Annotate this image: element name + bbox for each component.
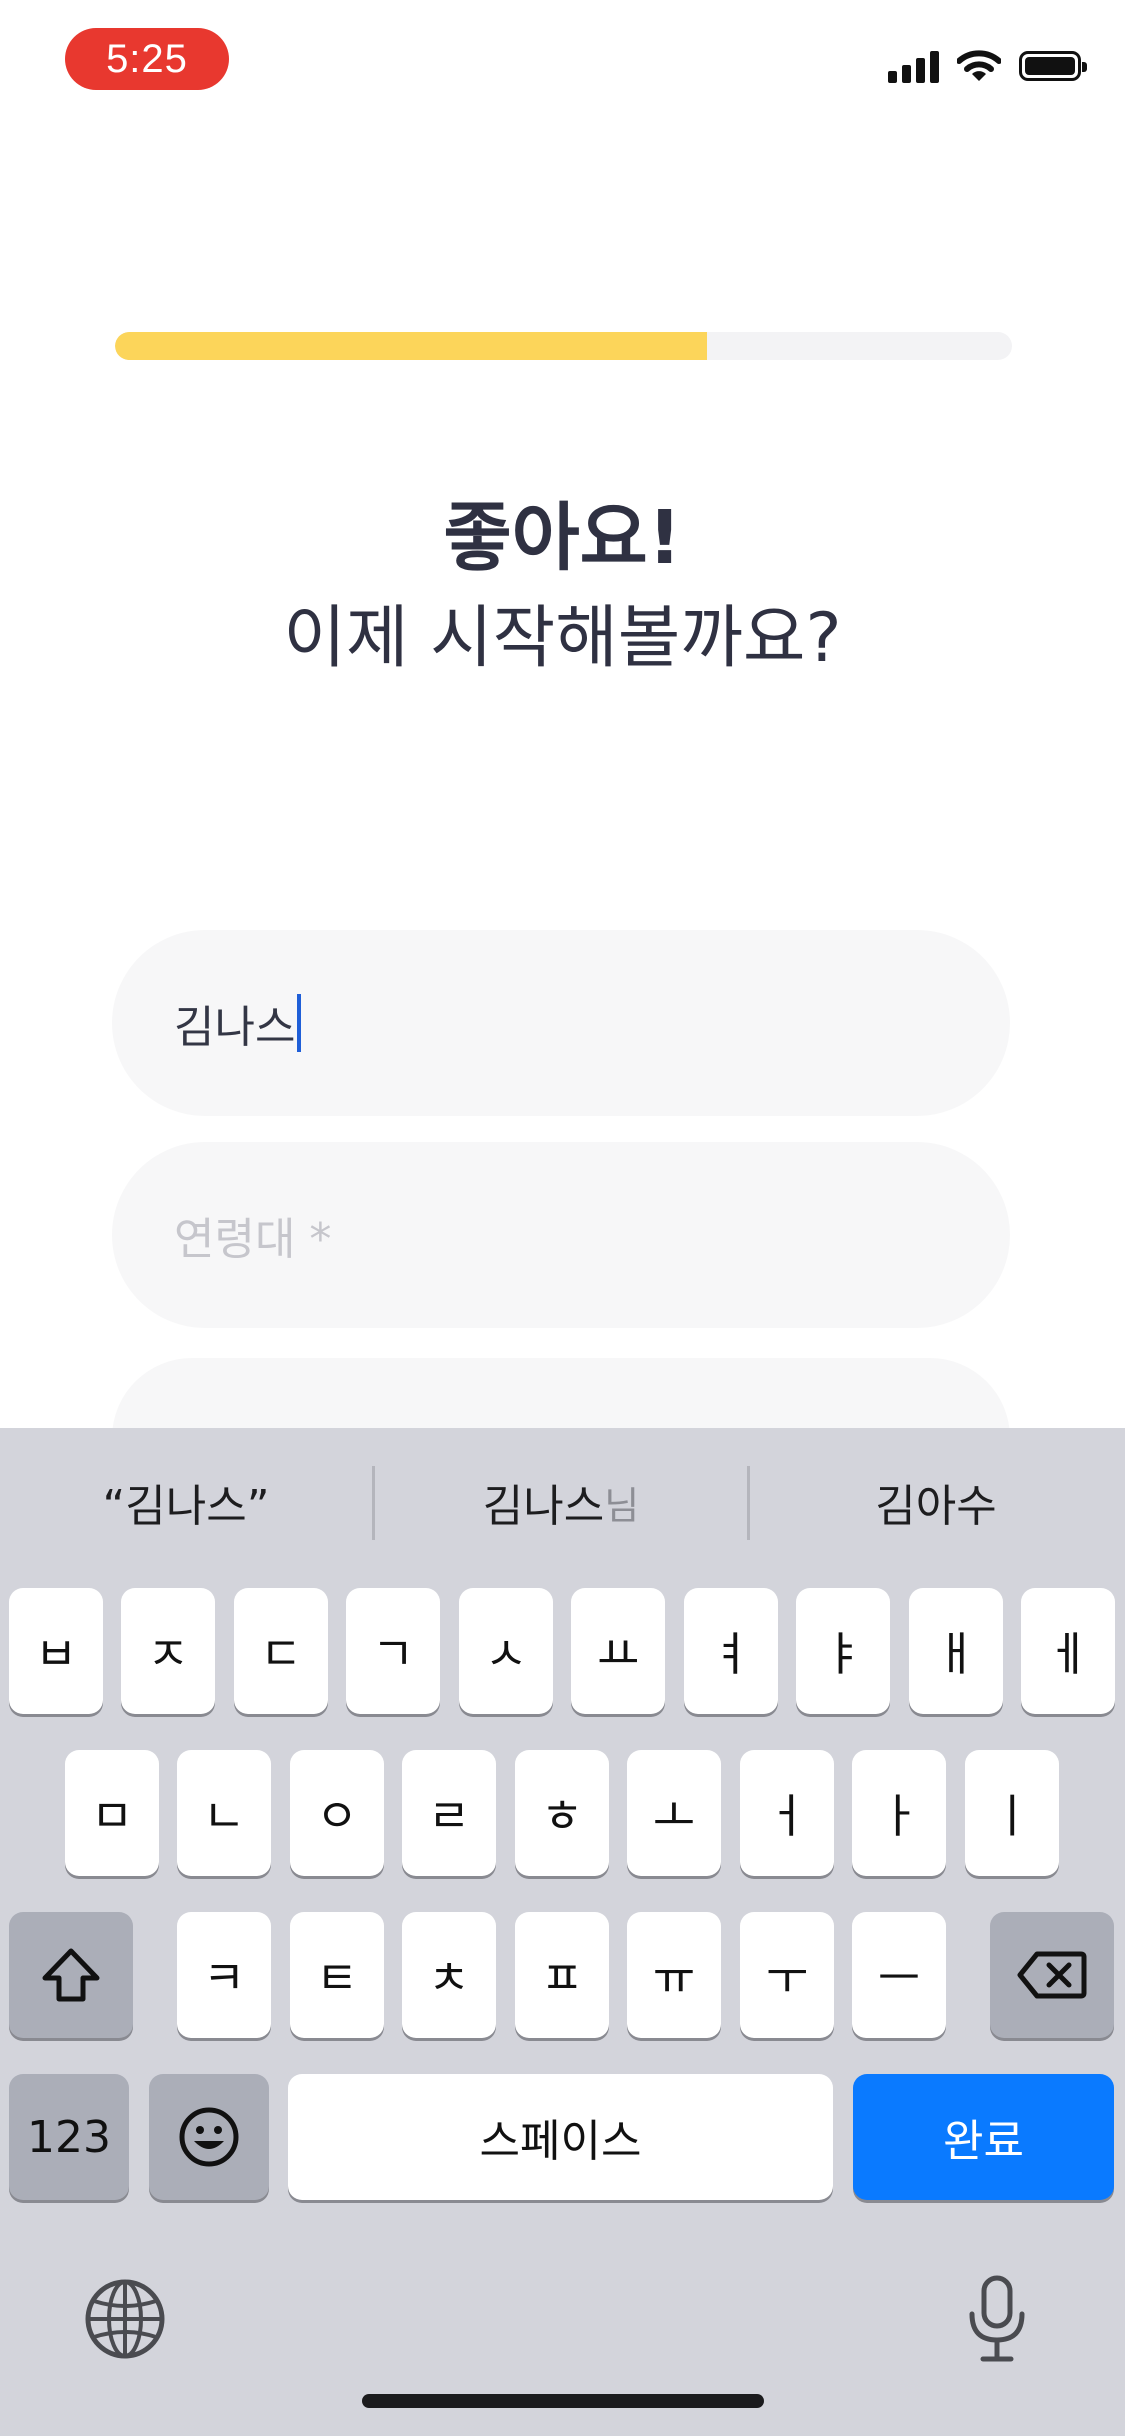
microphone-icon[interactable] [966,2274,1028,2364]
onboarding-progress-bar [115,332,1012,360]
space-key[interactable]: 스페이스 [288,2074,833,2200]
suggestion-3-text: 김아수 [875,1481,997,1532]
suggestion-2[interactable]: 김나스 님 [375,1428,747,1576]
globe-icon[interactable] [84,2278,166,2360]
key-row1-2[interactable]: ㅈ [121,1588,215,1714]
key-row1-10[interactable]: ㅔ [1021,1588,1115,1714]
suggestion-1[interactable]: “김나스” [0,1428,372,1576]
key-row3-1[interactable]: ㅋ [177,1912,271,2038]
wifi-icon [957,50,1001,81]
key-row1-7[interactable]: ㅕ [684,1588,778,1714]
text-caret [297,994,302,1052]
suggestion-bar: “김나스” 김나스 님 김아수 [0,1428,1125,1576]
key-row1-9[interactable]: ㅐ [909,1588,1003,1714]
key-row2-4[interactable]: ㄹ [402,1750,496,1876]
done-key[interactable]: 완료 [853,2074,1114,2200]
suggestion-3[interactable]: 김아수 [750,1428,1122,1576]
suggestion-1-text: “김나스” [102,1481,270,1532]
key-row1-8[interactable]: ㅑ [796,1588,890,1714]
key-row2-2[interactable]: ㄴ [177,1750,271,1876]
emoji-icon [179,2107,239,2167]
backspace-key[interactable] [990,1912,1114,2038]
shift-key[interactable] [9,1912,133,2038]
emoji-key[interactable] [149,2074,269,2200]
age-group-field[interactable]: 연령대 * [112,1142,1010,1328]
key-row3-7[interactable]: ㅡ [852,1912,946,2038]
key-row1-1[interactable]: ㅂ [9,1588,103,1714]
key-row3-2[interactable]: ㅌ [290,1912,384,2038]
key-row3-4[interactable]: ㅍ [515,1912,609,2038]
key-row2-1[interactable]: ㅁ [65,1750,159,1876]
name-input-value: 김나스 [174,1002,296,1053]
key-row2-5[interactable]: ㅎ [515,1750,609,1876]
age-group-placeholder: 연령대 * [174,1214,332,1265]
status-time: 5:25 [65,28,229,90]
key-row2-3[interactable]: ㅇ [290,1750,384,1876]
name-input[interactable]: 김나스 [112,930,1010,1116]
shift-icon [42,1948,100,2002]
key-row1-5[interactable]: ㅅ [459,1588,553,1714]
suggestion-2-text: 김나스 [482,1481,605,1532]
signal-icon [888,49,939,83]
backspace-icon [1017,1951,1087,1999]
numbers-key[interactable]: 123 [9,2074,129,2200]
page-subtitle: 이제 시작해볼까요? [283,599,842,678]
key-row1-3[interactable]: ㄷ [234,1588,328,1714]
key-row3-6[interactable]: ㅜ [740,1912,834,2038]
suggestion-2-suffix: 님 [604,1483,640,1528]
korean-keyboard: “김나스” 김나스 님 김아수 ㅂ ㅈ ㄷ ㄱ ㅅ ㅛ ㅕ ㅑ ㅐ ㅔ ㅁ ㄴ ㅇ… [0,1428,1125,2436]
key-row3-3[interactable]: ㅊ [402,1912,496,2038]
key-row2-8[interactable]: ㅏ [852,1750,946,1876]
battery-icon [1019,51,1087,81]
key-row2-6[interactable]: ㅗ [627,1750,721,1876]
status-icons [888,46,1087,86]
key-row2-9[interactable]: ㅣ [965,1750,1059,1876]
key-row3-5[interactable]: ㅠ [627,1912,721,2038]
home-indicator [362,2394,764,2408]
page-title: 좋아요! [443,495,682,581]
key-row1-6[interactable]: ㅛ [571,1588,665,1714]
key-row1-4[interactable]: ㄱ [346,1588,440,1714]
key-row2-7[interactable]: ㅓ [740,1750,834,1876]
progress-fill [115,332,708,360]
